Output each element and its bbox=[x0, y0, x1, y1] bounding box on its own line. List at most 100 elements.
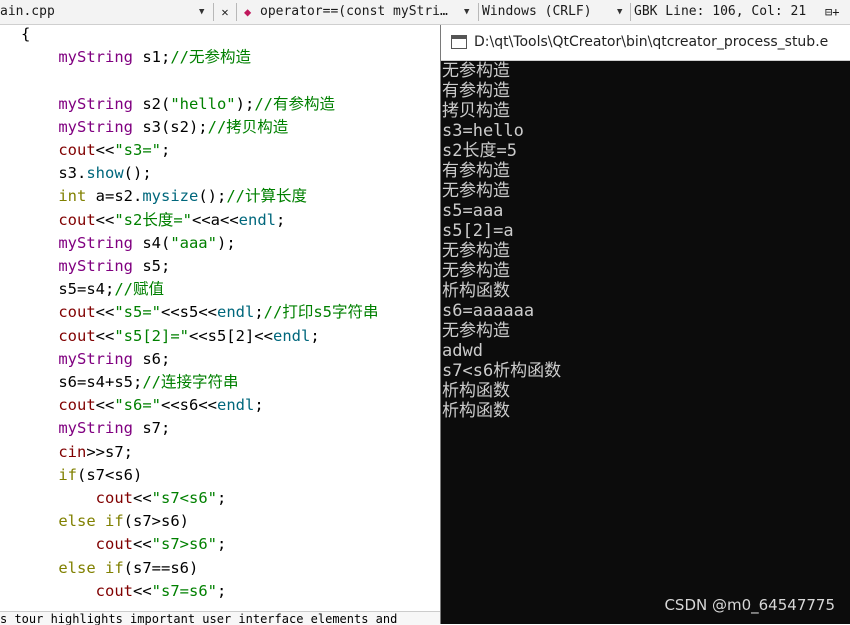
code-token: cout bbox=[95, 535, 133, 554]
console-title: D:\qt\Tools\QtCreator\bin\qtcreator_proc… bbox=[474, 34, 829, 50]
code-token: else bbox=[58, 512, 96, 531]
code-line: myString s1;//无参构造 bbox=[21, 46, 251, 68]
console-output-line: s5[2]=a bbox=[442, 221, 514, 241]
code-token: a=s2. bbox=[86, 187, 143, 206]
file-tab[interactable]: ain.cpp bbox=[0, 0, 196, 24]
code-line: cout<<"s7=s6"; bbox=[21, 580, 227, 602]
console-output-line: s2长度=5 bbox=[442, 141, 517, 161]
console-output[interactable]: 无参构造 有参构造 拷贝构造 s3=hello s2长度=5 有参构造 无参构造 s5=aaa… bbox=[441, 60, 850, 624]
diamond-icon: ◆ bbox=[244, 5, 252, 19]
code-token: mysize bbox=[142, 187, 199, 206]
code-editor[interactable]: { myString s1;//无参构造 myString s2("hello"… bbox=[0, 25, 440, 611]
code-token: << bbox=[132, 581, 152, 600]
code-token: "aaa" bbox=[170, 233, 217, 252]
code-token: cout bbox=[58, 303, 96, 322]
split-icon[interactable]: ⊟+ bbox=[825, 0, 847, 24]
console-window-icon bbox=[451, 35, 467, 49]
code-token: s2( bbox=[132, 94, 171, 113]
code-token: //计算长度 bbox=[226, 187, 307, 206]
code-token: s6; bbox=[132, 349, 171, 368]
code-token: if bbox=[105, 512, 124, 531]
code-token: endl bbox=[217, 303, 255, 322]
code-token: myString bbox=[58, 349, 133, 368]
console-output-line: 析构函数 bbox=[442, 281, 510, 301]
code-token: cin bbox=[58, 442, 87, 461]
code-token: { bbox=[21, 25, 31, 43]
function-selector[interactable]: operator==(const myStri… bbox=[260, 0, 460, 24]
editor-toolbar: ain.cpp ▼ ✕ ◆ operator==(const myStri… ▼… bbox=[0, 0, 850, 25]
code-token: //有参构造 bbox=[254, 94, 335, 113]
code-token: cout bbox=[95, 489, 133, 507]
console-output-line: adwd bbox=[442, 341, 483, 361]
code-token: "s3=" bbox=[114, 141, 161, 159]
close-icon[interactable]: ✕ bbox=[218, 0, 232, 24]
encoding-position-indicator[interactable]: GBK Line: 106, Col: 21 bbox=[634, 0, 820, 24]
code-token: show bbox=[86, 164, 124, 183]
code-token: cout bbox=[58, 396, 96, 415]
code-token: if bbox=[58, 465, 77, 484]
code-token: >>s7; bbox=[86, 442, 133, 461]
toolbar-separator bbox=[213, 3, 214, 21]
line-ending-selector[interactable]: Windows (CRLF) bbox=[482, 0, 612, 24]
code-line: myString s4("aaa"); bbox=[21, 232, 235, 254]
code-token: "hello" bbox=[170, 94, 236, 113]
code-token: ; bbox=[254, 303, 264, 322]
code-line: { bbox=[21, 25, 30, 45]
code-token: << bbox=[132, 535, 152, 554]
console-output-line: 析构函数 bbox=[442, 401, 510, 421]
code-line: if(s7<s6) bbox=[21, 464, 142, 486]
toolbar-separator bbox=[478, 3, 479, 21]
code-line: myString s2("hello");//有参构造 bbox=[21, 93, 335, 115]
console-output-line: 拷贝构造 bbox=[442, 101, 510, 121]
code-token: int bbox=[58, 187, 87, 206]
code-line: cout<<"s7>s6"; bbox=[21, 533, 227, 555]
status-hint: s tour highlights important user interfa… bbox=[0, 611, 440, 625]
code-token: <<a<< bbox=[192, 210, 239, 229]
file-dropdown-icon[interactable]: ▼ bbox=[199, 0, 209, 24]
console-titlebar[interactable]: D:\qt\Tools\QtCreator\bin\qtcreator_proc… bbox=[441, 25, 850, 61]
code-token: cout bbox=[58, 326, 96, 345]
code-token: << bbox=[132, 489, 152, 507]
console-output-line: 析构函数 bbox=[442, 381, 510, 401]
code-line: myString s5; bbox=[21, 255, 170, 277]
code-token: if bbox=[105, 558, 124, 577]
code-token: ; bbox=[161, 141, 171, 159]
console-output-line: 无参构造 bbox=[442, 181, 510, 201]
console-window[interactable]: D:\qt\Tools\QtCreator\bin\qtcreator_proc… bbox=[440, 25, 850, 624]
code-line: else if(s7==s6) bbox=[21, 557, 198, 579]
code-token: //连接字符串 bbox=[142, 373, 239, 391]
code-token: << bbox=[95, 326, 115, 345]
code-line: cout<<"s6="<<s6<<endl; bbox=[21, 394, 263, 416]
line-ending-dropdown-icon[interactable]: ▼ bbox=[617, 0, 627, 24]
code-token: "s5=" bbox=[114, 303, 161, 322]
console-output-line: 无参构造 bbox=[442, 321, 510, 341]
code-line: myString s7; bbox=[21, 417, 170, 439]
function-dropdown-icon[interactable]: ▼ bbox=[464, 0, 474, 24]
code-token: cout bbox=[58, 210, 96, 229]
code-token: <<s5<< bbox=[161, 303, 217, 322]
code-token: s3(s2); bbox=[132, 117, 208, 136]
code-token: (s7>s6) bbox=[123, 512, 189, 531]
code-token: ; bbox=[276, 210, 286, 229]
code-line: cout<<"s5="<<s5<<endl;//打印s5字符串 bbox=[21, 301, 378, 323]
code-token: (s7==s6) bbox=[123, 558, 199, 577]
code-line: int a=s2.mysize();//计算长度 bbox=[21, 185, 307, 207]
watermark: CSDN @m0_64547775 bbox=[664, 596, 835, 614]
code-token: << bbox=[95, 303, 115, 322]
code-line: cout<<"s5[2]="<<s5[2]<<endl; bbox=[21, 325, 319, 347]
code-line: s5=s4;//赋值 bbox=[21, 278, 164, 300]
